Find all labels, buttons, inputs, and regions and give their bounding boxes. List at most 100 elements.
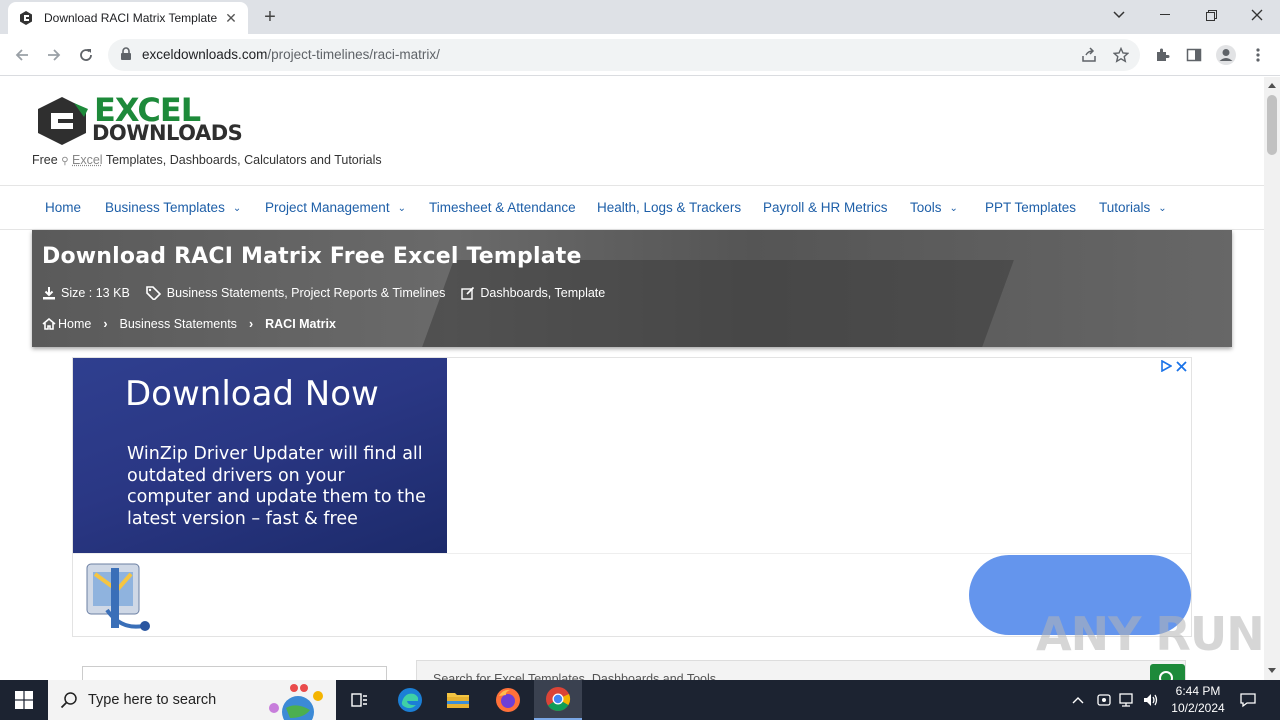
task-view-icon bbox=[351, 693, 367, 707]
breadcrumb-current: RACI Matrix bbox=[265, 317, 336, 331]
scrollbar-thumb[interactable] bbox=[1267, 95, 1277, 155]
profile-avatar-icon[interactable] bbox=[1214, 43, 1238, 67]
download-icon bbox=[42, 286, 56, 300]
ad-headline: Download Now bbox=[125, 374, 379, 414]
breadcrumb: Home › Business Statements › RACI Matrix bbox=[42, 317, 336, 331]
clock-date: 10/2/2024 bbox=[1171, 701, 1225, 715]
tab-close-icon[interactable]: ✕ bbox=[222, 9, 240, 27]
browser-tab[interactable]: Download RACI Matrix Template ✕ bbox=[8, 2, 248, 34]
taskbar-edge[interactable] bbox=[386, 680, 434, 720]
browser-toolbar: exceldownloads.com/project-timelines/rac… bbox=[0, 34, 1280, 76]
tag-links[interactable]: Dashboards, Template bbox=[480, 286, 605, 300]
breadcrumb-business-statements[interactable]: Business Statements bbox=[120, 317, 237, 331]
taskbar-clock[interactable]: 6:44 PM 10/2/2024 bbox=[1166, 683, 1230, 717]
chevron-down-icon: ⌄ bbox=[1158, 203, 1167, 214]
search-icon bbox=[60, 692, 77, 709]
breadcrumb-home[interactable]: Home bbox=[58, 317, 91, 331]
nav-project-management[interactable]: Project Management ⌄ bbox=[265, 200, 406, 215]
nav-payroll-hr-metrics[interactable]: Payroll & HR Metrics bbox=[763, 200, 888, 215]
ad-banner-image[interactable]: Download Now WinZip Driver Updater will … bbox=[73, 358, 447, 553]
chevron-down-icon: ⌄ bbox=[397, 203, 406, 214]
meet-now-icon[interactable] bbox=[1094, 680, 1114, 720]
side-panel-icon[interactable] bbox=[1182, 43, 1206, 67]
extensions-icon[interactable] bbox=[1150, 43, 1174, 67]
ad-choices-icon[interactable] bbox=[1160, 360, 1172, 372]
reload-button[interactable] bbox=[74, 43, 98, 67]
taskbar-file-explorer[interactable] bbox=[434, 680, 482, 720]
main-navigation: Home Business Templates ⌄ Project Managem… bbox=[0, 185, 1264, 230]
new-tab-button[interactable]: + bbox=[258, 5, 282, 29]
site-tagline: Free ⚲ Excel Templates, Dashboards, Calc… bbox=[32, 153, 382, 167]
nav-business-templates[interactable]: Business Templates ⌄ bbox=[105, 200, 241, 215]
folder-icon bbox=[447, 693, 469, 708]
taskbar-chrome[interactable] bbox=[534, 680, 582, 720]
web-page: EXCEL DOWNLOADS Free ⚲ Excel Templates, … bbox=[0, 77, 1264, 680]
notifications-button[interactable] bbox=[1234, 680, 1262, 720]
clock-time: 6:44 PM bbox=[1175, 684, 1221, 698]
template-search-input[interactable]: Search for Excel Templates, Dashboards a… bbox=[416, 660, 1186, 680]
ad-close-icon[interactable] bbox=[1176, 360, 1187, 372]
chevron-right-icon: › bbox=[248, 317, 254, 331]
site-logo[interactable]: EXCEL DOWNLOADS bbox=[36, 91, 243, 147]
show-hidden-icons-button[interactable] bbox=[1068, 680, 1088, 720]
arrow-left-icon bbox=[15, 49, 28, 61]
notification-icon bbox=[1240, 693, 1256, 708]
advertisement[interactable]: Download Now WinZip Driver Updater will … bbox=[72, 357, 1192, 637]
search-button[interactable] bbox=[1150, 664, 1185, 680]
chrome-menu-icon[interactable] bbox=[1246, 43, 1270, 67]
forward-button[interactable] bbox=[42, 43, 66, 67]
nav-tutorials[interactable]: Tutorials ⌄ bbox=[1099, 200, 1167, 215]
chevron-up-icon bbox=[1072, 697, 1084, 704]
page-scrollbar[interactable] bbox=[1264, 77, 1280, 680]
ad-choices[interactable] bbox=[1160, 360, 1187, 372]
page-title: Download RACI Matrix Free Excel Template bbox=[42, 244, 582, 269]
chrome-icon bbox=[546, 687, 571, 711]
nav-timesheet-attendance[interactable]: Timesheet & Attendance bbox=[429, 200, 576, 215]
back-button[interactable] bbox=[10, 43, 34, 67]
home-icon bbox=[42, 318, 56, 330]
winzip-logo-icon[interactable] bbox=[81, 560, 159, 634]
search-icon bbox=[1159, 671, 1173, 680]
taskbar-search-box[interactable]: Type here to search bbox=[48, 680, 336, 720]
network-icon[interactable] bbox=[1116, 680, 1138, 720]
minimize-button[interactable] bbox=[1142, 0, 1188, 30]
search-placeholder: Search for Excel Templates, Dashboards a… bbox=[433, 672, 717, 680]
anyrun-watermark: ANY RUN bbox=[1036, 607, 1264, 661]
address-bar[interactable]: exceldownloads.com/project-timelines/rac… bbox=[108, 39, 1140, 71]
nav-tools[interactable]: Tools ⌄ bbox=[910, 200, 958, 215]
taskbar-search-placeholder: Type here to search bbox=[88, 692, 217, 708]
volume-icon[interactable] bbox=[1140, 680, 1162, 720]
reload-icon bbox=[80, 49, 92, 61]
bookmark-star-icon[interactable] bbox=[1112, 46, 1130, 64]
tab-search-button[interactable] bbox=[1096, 0, 1142, 30]
start-button[interactable] bbox=[0, 680, 48, 720]
windows-taskbar: Type here to search 6:44 PM 10/2/2024 bbox=[0, 680, 1280, 720]
restore-button[interactable] bbox=[1188, 0, 1234, 30]
share-icon[interactable] bbox=[1080, 46, 1098, 64]
edge-icon bbox=[398, 688, 422, 712]
edit-icon bbox=[461, 286, 475, 300]
site-favicon-icon bbox=[20, 11, 32, 25]
close-window-button[interactable] bbox=[1234, 0, 1280, 30]
logo-line-2: DOWNLOADS bbox=[92, 121, 243, 145]
nav-ppt-templates[interactable]: PPT Templates bbox=[985, 200, 1076, 215]
scroll-down-icon[interactable] bbox=[1268, 668, 1276, 673]
nav-health-logs-trackers[interactable]: Health, Logs & Trackers bbox=[597, 200, 741, 215]
sidebar-search-input[interactable] bbox=[82, 666, 387, 680]
category-links[interactable]: Business Statements, Project Reports & T… bbox=[167, 286, 446, 300]
scroll-up-icon[interactable] bbox=[1268, 83, 1276, 88]
taskbar-firefox[interactable] bbox=[484, 680, 532, 720]
browser-tab-strip: Download RACI Matrix Template ✕ + bbox=[0, 0, 1280, 34]
url-text: exceldownloads.com/project-timelines/rac… bbox=[142, 47, 440, 62]
template-meta: Size : 13 KB Business Statements, Projec… bbox=[42, 286, 605, 300]
chevron-right-icon: › bbox=[103, 317, 108, 331]
task-view-button[interactable] bbox=[336, 680, 384, 720]
file-size: Size : 13 KB bbox=[61, 286, 130, 300]
arrow-right-icon bbox=[48, 49, 61, 61]
excel-downloads-logo-icon bbox=[38, 97, 88, 145]
tab-title: Download RACI Matrix Template bbox=[44, 11, 218, 25]
nav-home[interactable]: Home bbox=[45, 200, 81, 215]
windows-logo-icon bbox=[15, 691, 33, 709]
ad-divider bbox=[73, 553, 1191, 554]
lock-icon bbox=[121, 47, 131, 60]
